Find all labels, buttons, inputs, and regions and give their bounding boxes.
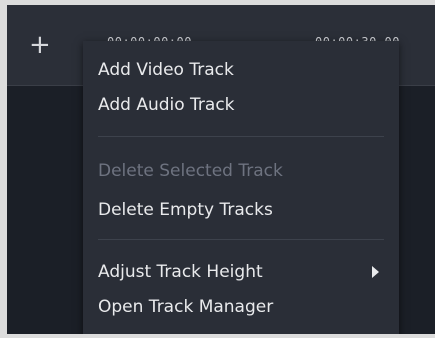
menu-item-label: Add Video Track	[98, 60, 234, 80]
add-track-button[interactable]: +	[29, 32, 51, 58]
menu-item-open-track-manager[interactable]: Open Track Manager	[83, 292, 399, 322]
menu-item-label: Add Audio Track	[98, 95, 235, 115]
menu-item-label: Delete Selected Track	[98, 161, 283, 181]
submenu-arrow-icon	[372, 266, 379, 278]
menu-item-delete-selected-track: Delete Selected Track	[83, 156, 399, 186]
menu-separator	[98, 239, 384, 240]
menu-item-label: Delete Empty Tracks	[98, 200, 273, 220]
timeline-panel: + 00:00:00:00 00:00:30.00 Add Video Trac…	[7, 5, 435, 334]
menu-item-label: Adjust Track Height	[98, 262, 263, 282]
menu-item-adjust-track-height[interactable]: Adjust Track Height	[83, 257, 399, 287]
menu-item-label: Open Track Manager	[98, 297, 274, 317]
track-context-menu: Add Video Track Add Audio Track Delete S…	[83, 41, 399, 334]
menu-item-add-video-track[interactable]: Add Video Track	[83, 55, 399, 85]
menu-item-add-audio-track[interactable]: Add Audio Track	[83, 90, 399, 120]
menu-separator	[98, 136, 384, 137]
menu-item-delete-empty-tracks[interactable]: Delete Empty Tracks	[83, 195, 399, 225]
